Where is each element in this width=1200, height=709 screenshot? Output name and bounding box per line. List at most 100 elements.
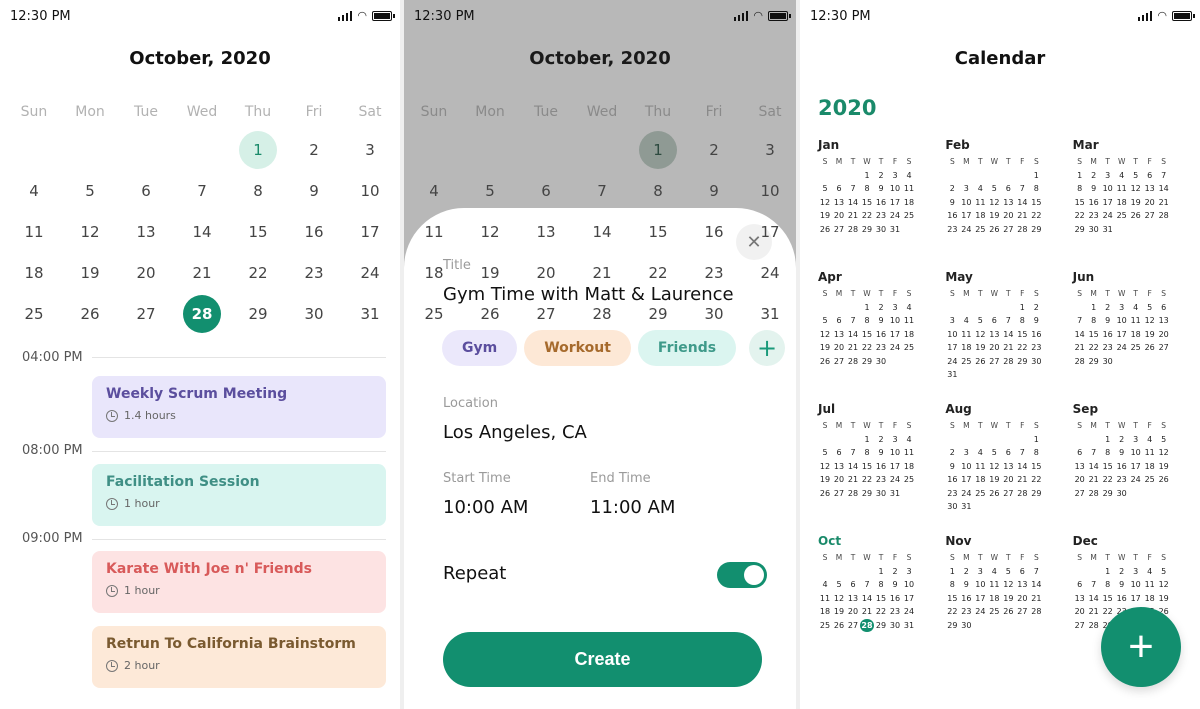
mini-day[interactable]: 20 (1143, 196, 1157, 210)
calendar-day[interactable]: 7 (174, 172, 230, 210)
mini-day[interactable]: 3 (888, 301, 902, 315)
mini-day[interactable]: 17 (959, 209, 973, 223)
mini-day[interactable]: 21 (1029, 592, 1043, 606)
mini-day[interactable]: 5 (1143, 301, 1157, 315)
mini-day[interactable]: 28 (1015, 223, 1029, 237)
calendar-day[interactable]: 4 (6, 172, 62, 210)
mini-day[interactable]: 1 (1029, 169, 1043, 183)
mini-day[interactable]: 21 (846, 209, 860, 223)
mini-day[interactable]: 6 (1015, 565, 1029, 579)
mini-day[interactable]: 30 (874, 487, 888, 501)
mini-day[interactable]: 17 (888, 328, 902, 342)
mini-day[interactable]: 22 (874, 605, 888, 619)
mini-day[interactable]: 13 (1073, 460, 1087, 474)
calendar-day[interactable]: 16 (286, 213, 342, 251)
mini-day[interactable]: 4 (902, 301, 916, 315)
mini-day[interactable]: 18 (818, 605, 832, 619)
mini-day[interactable]: 8 (860, 446, 874, 460)
mini-day[interactable]: 27 (987, 355, 1001, 369)
mini-day[interactable]: 8 (860, 182, 874, 196)
mini-day[interactable]: 1 (860, 301, 874, 315)
mini-day[interactable]: 9 (874, 182, 888, 196)
mini-day[interactable]: 7 (846, 182, 860, 196)
mini-day[interactable]: 17 (888, 196, 902, 210)
mini-day[interactable]: 15 (1101, 592, 1115, 606)
tag-chip[interactable]: Friends (637, 330, 737, 366)
mini-day[interactable]: 26 (1143, 341, 1157, 355)
mini-day[interactable]: 2 (1115, 433, 1129, 447)
mini-day[interactable]: 18 (973, 209, 987, 223)
mini-day[interactable]: 22 (860, 341, 874, 355)
start-time-input[interactable]: 10:00 AM (443, 497, 528, 518)
mini-day[interactable]: 18 (973, 473, 987, 487)
mini-day[interactable]: 14 (1001, 328, 1015, 342)
mini-day[interactable]: 24 (973, 605, 987, 619)
mini-day[interactable]: 10 (888, 446, 902, 460)
month-mini-calendar[interactable]: Jan S M T W T F S 1 2 3 4 5 6 7 8 9 10 11 12 13 14 15 16 17 18 19 2… (818, 138, 935, 270)
mini-day[interactable]: 28 (846, 355, 860, 369)
mini-day[interactable]: 19 (1001, 592, 1015, 606)
mini-day[interactable]: 11 (959, 328, 973, 342)
mini-day[interactable]: 14 (1015, 196, 1029, 210)
mini-day[interactable]: 15 (874, 592, 888, 606)
mini-day[interactable]: 2 (888, 565, 902, 579)
mini-day[interactable]: 21 (1157, 196, 1171, 210)
mini-day[interactable]: 29 (1087, 355, 1101, 369)
mini-day[interactable]: 18 (1143, 460, 1157, 474)
month-mini-calendar[interactable]: Feb S M T W T F S 1 2 3 4 5 6 7 8 9 10 11 12 13 14 15 16 17 18 19 2… (945, 138, 1062, 270)
mini-day[interactable]: 5 (973, 314, 987, 328)
mini-day[interactable]: 2 (1101, 301, 1115, 315)
mini-day[interactable]: 11 (902, 446, 916, 460)
mini-day[interactable]: 10 (1101, 182, 1115, 196)
mini-day[interactable]: 31 (902, 619, 916, 633)
mini-day[interactable]: 2 (945, 446, 959, 460)
mini-day[interactable]: 6 (832, 446, 846, 460)
mini-day[interactable]: 10 (945, 328, 959, 342)
mini-day[interactable]: 28 (1029, 605, 1043, 619)
mini-day[interactable]: 20 (846, 605, 860, 619)
mini-day[interactable]: 19 (818, 209, 832, 223)
mini-day[interactable]: 15 (860, 460, 874, 474)
mini-day[interactable]: 29 (1101, 487, 1115, 501)
mini-day[interactable]: 31 (945, 368, 959, 382)
mini-day[interactable]: 15 (1015, 328, 1029, 342)
mini-day[interactable]: 20 (1157, 328, 1171, 342)
mini-day[interactable]: 29 (874, 619, 888, 633)
mini-day[interactable]: 1 (874, 565, 888, 579)
mini-day[interactable]: 24 (945, 355, 959, 369)
mini-day[interactable]: 29 (860, 355, 874, 369)
mini-day[interactable]: 16 (874, 196, 888, 210)
mini-day[interactable]: 1 (860, 433, 874, 447)
mini-day[interactable]: 29 (1029, 223, 1043, 237)
month-mini-calendar[interactable]: May S M T W T F S 1 2 3 4 5 6 7 8 9 10 11 12 13 14 15 16 17 18 19 2… (945, 270, 1062, 402)
mini-day[interactable]: 25 (902, 473, 916, 487)
mini-day[interactable]: 11 (973, 196, 987, 210)
mini-day[interactable]: 20 (832, 209, 846, 223)
month-mini-calendar[interactable]: Oct S M T W T F S 1 2 3 4 5 6 7 8 9 10 11 12 13 14 15 16 17 18 19 2… (818, 534, 935, 666)
mini-day[interactable]: 13 (832, 196, 846, 210)
mini-day[interactable]: 11 (902, 182, 916, 196)
month-mini-calendar[interactable]: Apr S M T W T F S 1 2 3 4 5 6 7 8 9 10 11 12 13 14 15 16 17 18 19 2… (818, 270, 935, 402)
mini-day[interactable]: 27 (1157, 341, 1171, 355)
calendar-day[interactable]: 1 (630, 131, 686, 169)
mini-day[interactable]: 20 (832, 473, 846, 487)
mini-day[interactable]: 9 (1029, 314, 1043, 328)
mini-day[interactable]: 30 (1115, 487, 1129, 501)
mini-day[interactable]: 12 (1001, 578, 1015, 592)
mini-day[interactable]: 3 (1129, 565, 1143, 579)
mini-day[interactable]: 1 (1101, 433, 1115, 447)
mini-day[interactable]: 9 (1115, 446, 1129, 460)
mini-day[interactable]: 20 (1001, 209, 1015, 223)
mini-day[interactable]: 12 (818, 460, 832, 474)
mini-day[interactable]: 7 (1073, 314, 1087, 328)
mini-day[interactable]: 6 (1143, 169, 1157, 183)
mini-day[interactable]: 9 (1115, 578, 1129, 592)
mini-day[interactable]: 19 (973, 341, 987, 355)
calendar-day[interactable]: 3 (342, 131, 398, 169)
mini-day[interactable]: 18 (959, 341, 973, 355)
mini-day[interactable]: 13 (1073, 592, 1087, 606)
mini-day[interactable]: 23 (1101, 341, 1115, 355)
mini-day[interactable]: 24 (1115, 341, 1129, 355)
mini-day[interactable]: 30 (945, 500, 959, 514)
mini-day[interactable]: 3 (1101, 169, 1115, 183)
